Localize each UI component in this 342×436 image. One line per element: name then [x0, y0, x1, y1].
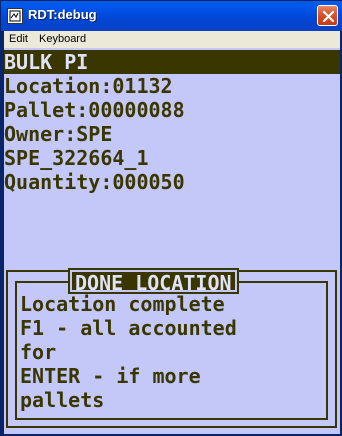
- terminal-screen[interactable]: BULK PI Location:01132 Pallet:00000088 O…: [4, 48, 340, 434]
- title-bar[interactable]: RDT:debug: [1, 1, 342, 31]
- close-icon: [322, 10, 335, 23]
- pallet-line: Pallet:00000088: [4, 98, 185, 122]
- sku-line: SPE_322664_1: [4, 146, 149, 170]
- menu-bar: Edit Keyboard: [4, 31, 340, 48]
- menu-edit[interactable]: Edit: [9, 33, 28, 45]
- done-location-dialog: DONE LOCATION Location complete F1 - all…: [6, 268, 337, 428]
- window-title: RDT:debug: [28, 7, 97, 22]
- dialog-line: ENTER - if more: [20, 364, 201, 388]
- dialog-title: DONE LOCATION: [68, 268, 239, 294]
- quantity-line: Quantity:000050: [4, 170, 185, 194]
- screen-header: BULK PI: [4, 50, 340, 74]
- location-line: Location:01132: [4, 74, 173, 98]
- menu-keyboard[interactable]: Keyboard: [39, 33, 86, 45]
- app-icon: [7, 8, 23, 24]
- dialog-line: Location complete: [20, 292, 225, 316]
- dialog-line: pallets: [20, 388, 105, 412]
- dialog-line: for: [20, 340, 57, 364]
- dialog-line: F1 - all accounted: [20, 316, 237, 340]
- owner-line: Owner:SPE: [4, 122, 113, 146]
- app-window: RDT:debug Edit Keyboard BULK PI Location…: [0, 0, 342, 436]
- close-button[interactable]: [317, 5, 338, 26]
